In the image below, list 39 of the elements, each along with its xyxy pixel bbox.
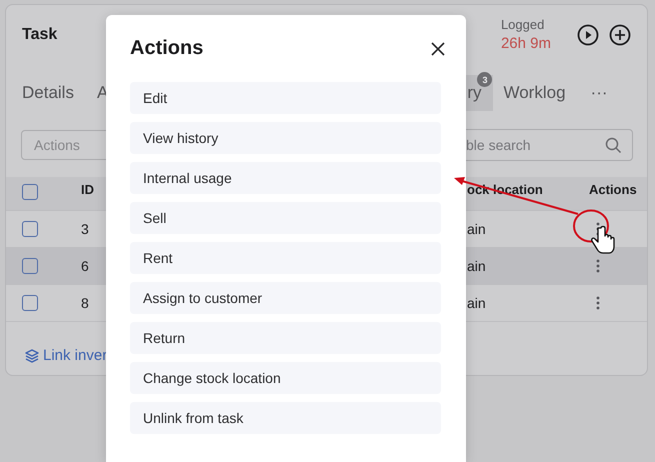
logged-label: Logged <box>500 16 546 32</box>
action-item[interactable]: Change stock location <box>130 362 441 394</box>
table-cell: ain <box>467 258 486 274</box>
action-item[interactable]: View history <box>130 122 441 154</box>
table-cell: ain <box>467 295 486 311</box>
highlight-circle <box>573 210 609 242</box>
table-cell: 3 <box>81 221 89 237</box>
kebab-menu-icon[interactable] <box>595 259 601 273</box>
table-cell: 8 <box>81 295 89 311</box>
action-item[interactable]: Sell <box>130 202 441 234</box>
checkbox[interactable] <box>22 184 38 200</box>
layers-icon <box>24 348 40 364</box>
search-icon <box>605 136 622 154</box>
close-button[interactable] <box>430 40 446 56</box>
action-item[interactable]: Internal usage <box>130 162 441 194</box>
tab[interactable]: Details <box>22 75 74 111</box>
link-inventory-link[interactable]: Link inver <box>24 347 108 364</box>
column-header: Actions <box>589 182 637 197</box>
action-item[interactable]: Edit <box>130 82 441 114</box>
tab[interactable]: Worklog <box>503 75 566 111</box>
checkbox[interactable] <box>22 258 38 274</box>
logged-time: 26h 9m <box>500 34 551 52</box>
hand-cursor-icon <box>591 226 615 254</box>
action-item[interactable]: Assign to customer <box>130 282 441 314</box>
tab[interactable]: ··· <box>590 75 608 111</box>
modal-title: Actions <box>130 37 204 60</box>
action-item[interactable]: Return <box>130 322 441 354</box>
task-title: Task <box>22 26 58 44</box>
play-icon[interactable] <box>577 24 599 46</box>
action-item[interactable]: Unlink from task <box>130 402 441 434</box>
kebab-menu-icon[interactable] <box>595 296 601 310</box>
checkbox[interactable] <box>22 295 38 311</box>
count-badge: 3 <box>477 72 492 87</box>
action-item[interactable]: Rent <box>130 242 441 274</box>
checkbox[interactable] <box>22 221 38 237</box>
table-cell: ain <box>467 221 486 237</box>
table-cell: 6 <box>81 258 89 274</box>
column-header: ID <box>81 182 94 197</box>
add-icon[interactable] <box>609 24 631 46</box>
